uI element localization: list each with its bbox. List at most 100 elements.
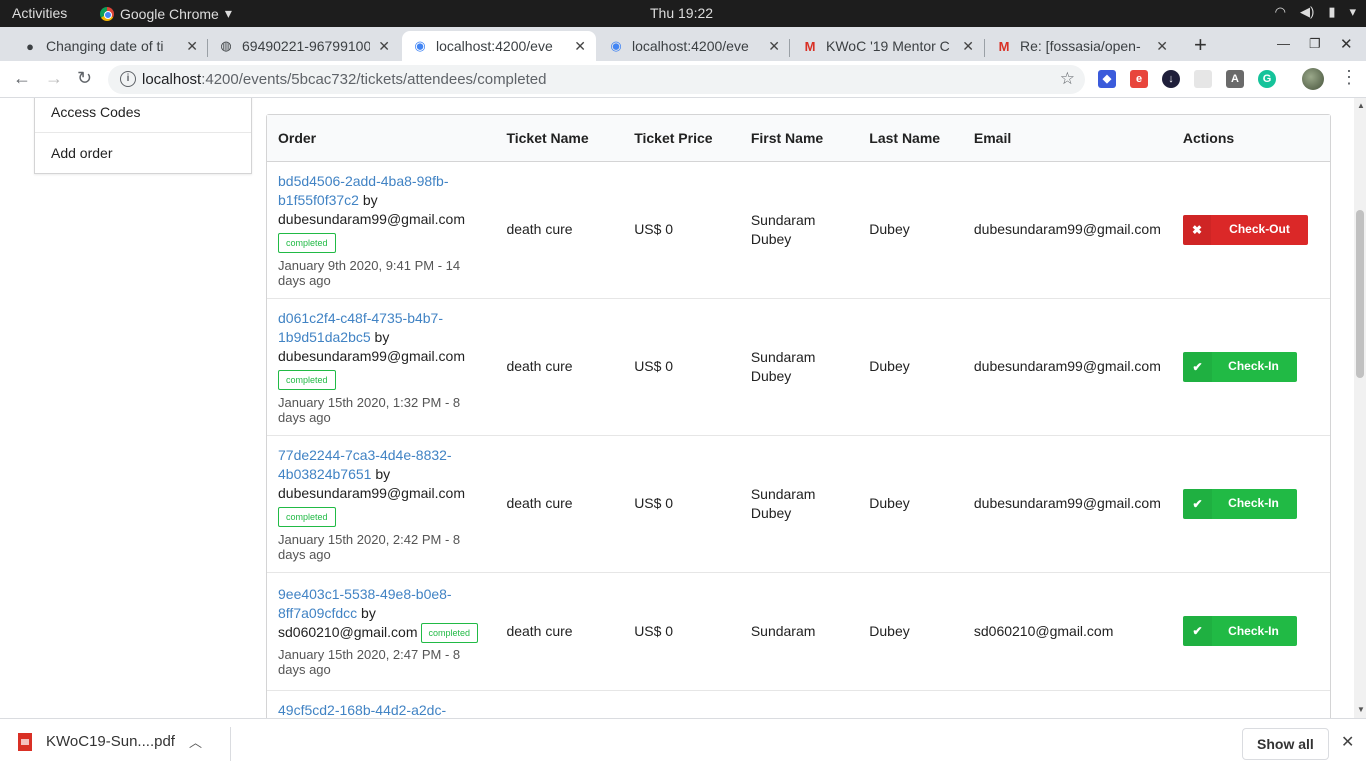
column-header-first-name[interactable]: First Name — [739, 115, 859, 162]
angular-extension-icon[interactable]: A — [1226, 70, 1244, 88]
check-in-label: Check-In — [1228, 623, 1279, 638]
tab-github[interactable]: ● Changing date of ti ✕ — [12, 31, 208, 61]
order-date: January 15th 2020, 2:47 PM - 8 days ago — [278, 647, 461, 678]
close-icon[interactable]: ✕ — [768, 38, 780, 55]
status-badge: completed — [278, 506, 336, 527]
email-cell: dubesundaram99@gmail.com — [973, 221, 1161, 237]
status-badge: completed — [278, 369, 336, 390]
globe-icon: ◍ — [220, 38, 232, 53]
column-header-email[interactable]: Email — [962, 115, 1172, 162]
tab-gmail-kwoc[interactable]: M KWoC '19 Mentor C ✕ — [792, 31, 984, 61]
check-out-button[interactable]: ✖ Check-Out — [1182, 214, 1308, 245]
email-cell: dubesundaram99@gmail.com — [962, 434, 1172, 572]
app-menu[interactable]: Google Chrome ▾ — [100, 5, 232, 22]
chrome-icon — [100, 6, 114, 21]
chrome-menu-icon[interactable]: ⋮ — [1340, 67, 1358, 88]
tab-localhost[interactable]: ◉ localhost:4200/eve ✕ — [598, 31, 790, 61]
address-bar[interactable]: i localhost:4200/events/5bcac732/tickets… — [108, 65, 1085, 94]
actions-cell: ✖ Check-Out — [1172, 161, 1330, 298]
check-in-button[interactable]: ✔ Check-In — [1182, 488, 1297, 519]
forward-icon[interactable]: → — [45, 68, 63, 89]
site-icon: ◉ — [610, 38, 622, 53]
column-header-ticket-name[interactable]: Ticket Name — [495, 115, 624, 162]
clock[interactable]: Thu 19:22 — [650, 5, 713, 21]
close-icon[interactable]: ✕ — [1156, 38, 1168, 55]
column-header-order[interactable]: Order — [267, 115, 496, 162]
chevron-down-icon: ▾ — [224, 5, 232, 21]
tab-gmail-fossasia[interactable]: M Re: [fossasia/open- ✕ — [986, 31, 1178, 61]
ticket-price-cell: US$ 0 — [623, 434, 740, 572]
shield-extension-icon[interactable]: ◆ — [1098, 70, 1116, 88]
close-icon[interactable]: ✕ — [574, 38, 586, 55]
new-tab-button[interactable]: + — [1194, 32, 1207, 58]
last-name-cell: Dubey — [858, 297, 963, 435]
bookmark-star-icon[interactable]: ☆ — [1060, 69, 1075, 89]
back-icon[interactable]: ← — [13, 68, 31, 89]
system-tray[interactable]: ◠ ◀) ▮ ▾ — [1275, 4, 1356, 20]
info-icon[interactable]: i — [120, 71, 136, 87]
first-name-cell: Sundaram Dubey — [750, 211, 816, 247]
order-cell: 49cf5cd2-168b-44d2-a2dc- — [267, 689, 496, 718]
actions-cell: ✔ Check-In — [1171, 434, 1330, 572]
order-buyer: dubesundaram99@gmail.com — [278, 484, 465, 501]
tab-title: 69490221-96799100 — [242, 38, 371, 54]
check-in-label: Check-In — [1228, 359, 1279, 373]
check-out-label: Check-Out — [1229, 222, 1290, 236]
close-icon[interactable]: ✕ — [186, 38, 198, 55]
check-in-button[interactable]: ✔ Check-In — [1182, 616, 1297, 646]
profile-avatar[interactable] — [1302, 68, 1324, 90]
order-link[interactable]: d061c2f4-c48f-4735-b4b7-1b9d51da2bc5 — [278, 310, 443, 345]
first-name-cell: Sundaram Dubey — [739, 434, 859, 572]
restore-icon[interactable]: ❐ — [1309, 36, 1321, 52]
column-header-last-name[interactable]: Last Name — [858, 115, 963, 162]
scrollbar-thumb[interactable] — [1356, 210, 1364, 378]
email-cell: dubesundaram99@gmail.com — [962, 297, 1172, 435]
activities-button[interactable]: Activities — [12, 5, 67, 21]
chevron-up-icon[interactable]: ︿ — [189, 732, 202, 751]
download-extension-icon[interactable]: ↓ — [1162, 70, 1180, 88]
attendees-table: Order Ticket Name Ticket Price First Nam… — [266, 114, 1331, 718]
close-icon[interactable]: ✕ — [962, 38, 974, 55]
sidebar-item-add-order[interactable]: Add order — [35, 132, 251, 173]
download-item[interactable]: KWoC19-Sun....pdf ︿ — [18, 732, 202, 751]
order-by-label: by — [374, 328, 390, 345]
ticket-name-cell: death cure — [495, 297, 624, 435]
minimize-icon[interactable]: — — [1277, 36, 1290, 51]
checkmark-icon: ✔ — [1182, 488, 1213, 519]
order-link[interactable]: 77de2244-7ca3-4d4e-8832-4b03824b7651 — [278, 447, 452, 482]
tab-localhost-active[interactable]: ◉ localhost:4200/eve ✕ — [402, 31, 596, 61]
order-by-label: by — [362, 191, 378, 208]
check-in-button[interactable]: ✔ Check-In — [1182, 351, 1297, 382]
tab-image[interactable]: ◍ 69490221-96799100 ✕ — [208, 31, 400, 61]
e-extension-icon[interactable]: e — [1130, 70, 1148, 88]
grammarly-icon[interactable]: G — [1258, 70, 1276, 88]
order-link[interactable]: 49cf5cd2-168b-44d2-a2dc- — [278, 702, 446, 718]
scroll-up-icon[interactable]: ▲ — [1357, 101, 1365, 110]
status-badge: completed — [278, 232, 336, 253]
url-path: :4200/events/5bcac732/tickets/attendees/… — [201, 71, 547, 88]
order-buyer: dubesundaram99@gmail.com — [278, 210, 465, 227]
show-all-button[interactable]: Show all — [1242, 728, 1329, 760]
volume-icon: ◀) — [1299, 4, 1315, 19]
order-date: January 15th 2020, 2:42 PM - 8 days ago — [278, 531, 461, 562]
download-filename: KWoC19-Sun....pdf — [46, 733, 175, 750]
download-bar: KWoC19-Sun....pdf ︿ Show all ✕ — [0, 718, 1366, 768]
last-name-cell: Dubey — [858, 434, 963, 572]
last-name-cell: Dubey — [858, 571, 963, 690]
os-top-bar: Activities Google Chrome ▾ Thu 19:22 ◠ ◀… — [0, 0, 1366, 27]
order-by-label: by — [361, 604, 376, 621]
last-name-cell: Dubey — [869, 221, 910, 237]
sidebar-item-access-codes[interactable]: Access Codes — [35, 98, 251, 132]
scroll-down-icon[interactable]: ▼ — [1357, 705, 1365, 714]
first-name-cell: Sundaram — [739, 571, 859, 690]
blank-extension-icon[interactable] — [1194, 70, 1212, 88]
checkmark-icon: ✔ — [1182, 351, 1213, 382]
reload-icon[interactable]: ↻ — [77, 68, 92, 89]
tab-title: localhost:4200/eve — [436, 38, 553, 54]
order-date: January 9th 2020, 9:41 PM - 14 days ago — [278, 257, 461, 288]
close-window-icon[interactable]: ✕ — [1340, 35, 1353, 53]
column-header-ticket-price[interactable]: Ticket Price — [623, 115, 740, 162]
close-icon[interactable]: ✕ — [378, 38, 390, 55]
close-icon[interactable]: ✕ — [1341, 732, 1354, 752]
page-scrollbar[interactable]: ▲ ▼ — [1354, 98, 1366, 718]
